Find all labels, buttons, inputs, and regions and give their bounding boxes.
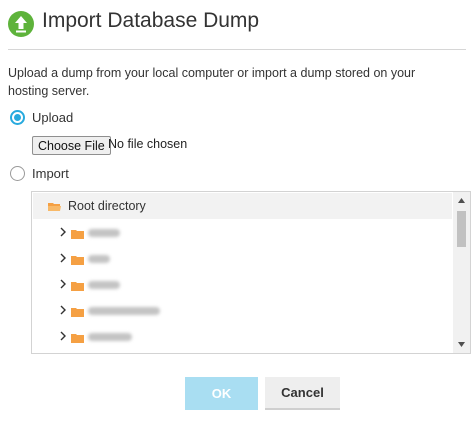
- folder-icon: [71, 256, 84, 265]
- choose-file-button[interactable]: Choose File: [32, 136, 111, 155]
- tree-item-label: [88, 281, 120, 289]
- file-status-text: No file chosen: [108, 137, 188, 151]
- directory-tree[interactable]: Root directory: [31, 191, 471, 354]
- folder-icon: [71, 282, 84, 291]
- chevron-right-icon[interactable]: [59, 227, 67, 237]
- tree-root-label: Root directory: [68, 199, 146, 213]
- dialog-description: Upload a dump from your local computer o…: [8, 66, 416, 98]
- scrollbar-thumb[interactable]: [457, 211, 466, 247]
- upload-arrow-icon: [8, 11, 34, 37]
- tree-item[interactable]: [32, 246, 452, 272]
- tree-item-label: [88, 255, 110, 263]
- ok-button[interactable]: OK: [185, 377, 258, 410]
- folder-icon: [71, 334, 84, 343]
- dialog-header: Import Database Dump: [0, 0, 474, 50]
- import-radio[interactable]: [10, 166, 25, 181]
- folder-icon: [71, 230, 84, 239]
- folder-open-icon: [48, 203, 61, 211]
- upload-radio-label[interactable]: Upload: [32, 110, 73, 125]
- chevron-right-icon[interactable]: [59, 279, 67, 289]
- tree-root-item[interactable]: Root directory: [33, 193, 452, 219]
- upload-radio[interactable]: [10, 110, 25, 125]
- tree-item-label: [88, 307, 160, 315]
- chevron-right-icon[interactable]: [59, 253, 67, 263]
- tree-item[interactable]: [32, 324, 452, 350]
- import-radio-label[interactable]: Import: [32, 166, 69, 181]
- tree-item-label: [88, 333, 132, 341]
- tree-item[interactable]: [32, 298, 452, 324]
- tree-item-label: [88, 229, 120, 237]
- folder-icon: [71, 308, 84, 317]
- cancel-button[interactable]: Cancel: [265, 377, 340, 410]
- header-divider: [8, 49, 466, 50]
- scroll-up-icon[interactable]: [457, 197, 466, 204]
- tree-item[interactable]: [32, 220, 452, 246]
- scroll-down-icon[interactable]: [457, 341, 466, 348]
- tree-item[interactable]: [32, 272, 452, 298]
- chevron-right-icon[interactable]: [59, 305, 67, 315]
- dialog-title: Import Database Dump: [42, 9, 260, 32]
- tree-scrollbar[interactable]: [453, 192, 470, 353]
- chevron-right-icon[interactable]: [59, 331, 67, 341]
